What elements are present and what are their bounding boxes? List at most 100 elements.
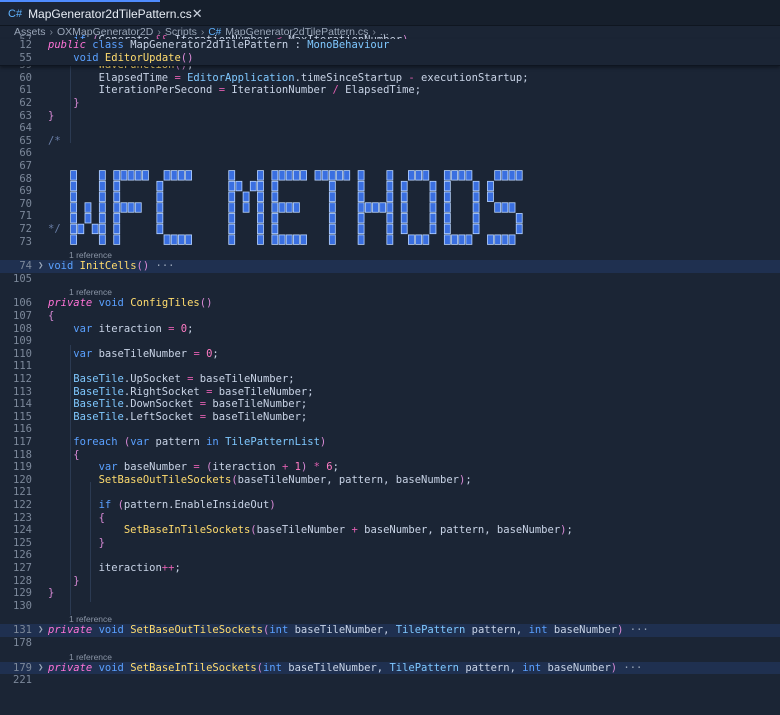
banner-pixel (501, 202, 509, 213)
line-number: 127 (13, 562, 32, 574)
banner-pixel (257, 191, 264, 202)
code-line[interactable]: 74 ❯ void InitCells() ··· (0, 260, 780, 273)
banner-pixel (156, 213, 164, 224)
editor-tab[interactable]: C# MapGenerator2dTilePattern.cs ✕ (0, 0, 203, 25)
code-line[interactable]: 124 SetBaseInTileSockets(baseTileNumber … (0, 524, 780, 537)
banner-pixel (328, 213, 336, 224)
code-line[interactable]: 64 (0, 122, 780, 135)
code-line[interactable]: 60 ElapsedTime = EditorApplication.timeS… (0, 72, 780, 85)
code-line[interactable]: 116 (0, 423, 780, 436)
banner-pixel (443, 191, 451, 202)
code-line[interactable]: 62 } (0, 97, 780, 110)
code-text: private void SetBaseInTileSockets(int ba… (48, 661, 643, 674)
code-line[interactable]: 112 BaseTile.UpSocket = baseTileNumber; (0, 373, 780, 386)
banner-pixel (98, 191, 106, 202)
code-line[interactable]: 63} (0, 110, 780, 123)
banner-pixel (271, 191, 279, 202)
code-line[interactable]: 111 (0, 360, 780, 373)
fold-chevron-icon[interactable]: ❯ (38, 624, 46, 637)
sticky-line[interactable]: 12 public class MapGenerator2dTilePattern… (0, 39, 780, 52)
banner-pixel (257, 223, 264, 235)
sticky-line[interactable]: 55 void EditorUpdate() (0, 52, 780, 65)
code-line[interactable]: 121 (0, 486, 780, 499)
banner-pixel (472, 202, 480, 213)
banner-pixel (70, 191, 77, 202)
code-line[interactable]: 123 { (0, 512, 780, 525)
banner-pixel (386, 180, 394, 192)
code-line[interactable]: 126 (0, 549, 780, 562)
fold-chevron-icon[interactable]: ❯ (38, 662, 46, 675)
line-number: 106 (13, 297, 32, 310)
code-line[interactable]: 122 if (pattern.EnableInsideOut) (0, 499, 780, 512)
banner-pixel (415, 234, 422, 245)
code-text: } (73, 97, 80, 109)
banner-pixel (508, 170, 516, 181)
code-line[interactable]: 125 } (0, 537, 780, 550)
sticky-scroll-header[interactable]: 12 public class MapGenerator2dTilePattern… (0, 39, 780, 66)
csharp-file-icon: C# (8, 7, 23, 20)
banner-pixel (408, 170, 415, 181)
banner-pixel (451, 170, 458, 181)
folded-region-ellipsis[interactable]: ··· (617, 662, 642, 674)
code-line[interactable]: 127 iteraction++; (0, 562, 780, 575)
code-line[interactable]: 110 var baseTileNumber = 0; (0, 348, 780, 361)
folded-region-ellipsis[interactable]: ··· (149, 260, 175, 272)
code-line[interactable]: 117 foreach (var pattern in TilePatternL… (0, 436, 780, 449)
banner-pixel (451, 234, 458, 245)
code-line[interactable]: 221 (0, 674, 780, 687)
code-editor[interactable]: 12 public class MapGenerator2dTilePattern… (0, 34, 780, 715)
banner-pixel (271, 223, 279, 235)
banner-pixel (163, 170, 171, 181)
code-line[interactable]: 120 SetBaseOutTileSockets(baseTileNumber… (0, 474, 780, 487)
banner-pixel (185, 170, 192, 181)
code-line[interactable]: 109 (0, 335, 780, 348)
banner-pixel (321, 170, 329, 181)
code-line[interactable]: 65 /* (0, 135, 780, 148)
close-icon[interactable]: ✕ (192, 6, 203, 22)
code-line[interactable]: 128 } (0, 575, 780, 588)
banner-pixel (293, 202, 300, 213)
banner-pixel (386, 191, 394, 202)
code-line[interactable]: 115 BaseTile.LeftSocket = baseTileNumber… (0, 411, 780, 424)
banner-pixel (458, 234, 466, 245)
banner-pixel (113, 180, 121, 192)
code-line[interactable]: 114 BaseTile.DownSocket = baseTileNumber… (0, 398, 780, 411)
banner-pixel (257, 213, 264, 224)
banner-pixel (465, 234, 473, 245)
code-line[interactable]: 106 private void ConfigTiles() (0, 297, 780, 310)
banner-pixel (357, 223, 365, 235)
wfc-methods-ascii-banner (70, 170, 523, 245)
code-line[interactable]: 130 (0, 600, 780, 613)
code-line[interactable]: 113 BaseTile.RightSocket = baseTileNumbe… (0, 386, 780, 399)
code-line[interactable]: 131 ❯ private void SetBaseOutTileSockets(i… (0, 624, 780, 637)
banner-pixel (386, 202, 394, 213)
code-line[interactable]: 118 { (0, 449, 780, 462)
fold-chevron-icon[interactable]: ❯ (38, 260, 46, 273)
code-line[interactable]: 178 (0, 637, 780, 650)
banner-pixel (328, 234, 336, 245)
banner-pixel (400, 213, 408, 224)
banner-pixel (515, 213, 523, 224)
code-line[interactable]: 105 (0, 273, 780, 286)
code-text: { (73, 448, 80, 461)
banner-pixel (386, 234, 394, 245)
code-line[interactable]: 179 ❯ private void SetBaseInTileSockets(in… (0, 661, 780, 675)
banner-pixel (429, 191, 437, 202)
code-line[interactable]: 66 (0, 147, 780, 160)
code-text: void InitCells() ··· (48, 260, 175, 273)
code-line[interactable]: 108 var iteraction = 0; (0, 323, 780, 336)
line-number: 12 (19, 39, 32, 51)
banner-pixel (443, 202, 451, 213)
code-line[interactable]: 119 var baseNumber = (iteraction + 1) * … (0, 461, 780, 474)
code-text: if (pattern.EnableInsideOut) (98, 499, 276, 511)
banner-pixel (257, 202, 264, 213)
code-line[interactable]: 107 { (0, 310, 780, 323)
folded-region-ellipsis[interactable]: ··· (623, 624, 649, 636)
line-number: 116 (13, 423, 32, 436)
code-line[interactable]: 61 IterationPerSecond = IterationNumber … (0, 84, 780, 97)
banner-pixel (228, 202, 236, 213)
code-line[interactable]: 129} (0, 587, 780, 600)
banner-pixel (134, 170, 142, 181)
line-number: 68 (19, 172, 32, 185)
banner-pixel (70, 170, 77, 181)
